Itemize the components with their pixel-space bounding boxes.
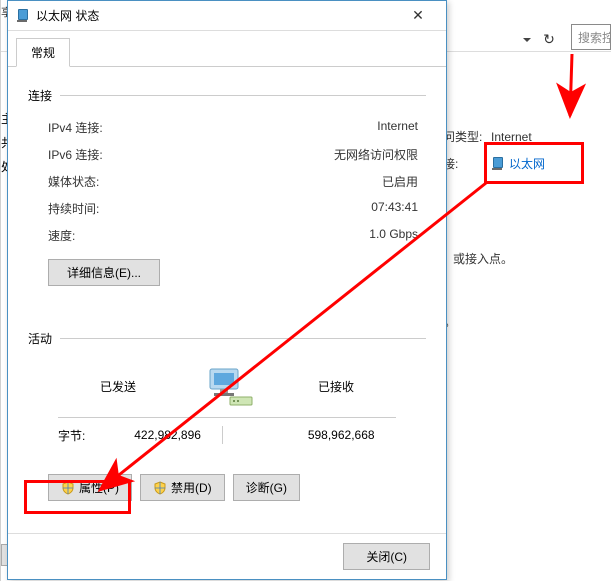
speed-label: 速度: <box>48 227 75 244</box>
received-label: 已接收 <box>276 378 396 395</box>
properties-label: 属性(P) <box>79 479 119 496</box>
ethernet-link-text: 以太网 <box>509 155 545 172</box>
shield-icon <box>153 481 167 495</box>
details-button[interactable]: 详细信息(E)... <box>48 259 160 286</box>
dialog-titlebar: 以太网 状态 ✕ <box>8 1 446 31</box>
duration-value: 07:43:41 <box>371 200 418 217</box>
diagnose-button[interactable]: 诊断(G) <box>233 474 300 501</box>
ethernet-icon <box>491 157 505 171</box>
disable-label: 禁用(D) <box>171 479 212 496</box>
dialog-footer: 关闭(C) <box>8 533 446 579</box>
media-label: 媒体状态: <box>48 173 99 190</box>
divider <box>222 426 286 444</box>
button-row: 属性(P) 禁用(D) 诊断(G) <box>28 444 426 501</box>
activity-section-label: 活动 <box>28 330 52 347</box>
bytes-received-value: 598,962,668 <box>286 428 396 442</box>
dialog-content: 连接 IPv4 连接: Internet IPv6 连接: 无网络访问权限 媒体状态… <box>8 67 446 515</box>
ethernet-icon <box>16 9 30 23</box>
connection-section-header: 连接 <box>28 87 426 104</box>
ipv4-value: Internet <box>377 119 418 136</box>
ipv6-label: IPv6 连接: <box>48 146 103 163</box>
bytes-sent-value: 422,982,896 <box>113 428 223 442</box>
diagnose-label: 诊断(G) <box>246 479 287 496</box>
bg-hint-access-point: 或接入点。 <box>453 250 513 267</box>
activity-section: 活动 已发送 已接收 <box>28 330 426 444</box>
duration-label: 持续时间: <box>48 200 99 217</box>
shield-icon <box>61 481 75 495</box>
dropdown-icon[interactable] <box>519 30 534 50</box>
activity-icon <box>192 361 262 411</box>
bg-connection-info: 访问类型: Internet 连接: 以太网 <box>431 128 591 182</box>
divider <box>60 95 426 96</box>
search-input[interactable]: 搜索控 <box>571 24 611 50</box>
close-icon[interactable]: ✕ <box>398 2 438 30</box>
ipv4-label: IPv4 连接: <box>48 119 103 136</box>
disable-button[interactable]: 禁用(D) <box>140 474 225 501</box>
close-button[interactable]: 关闭(C) <box>343 543 430 570</box>
refresh-icon[interactable]: ↻ <box>538 28 560 50</box>
connection-section-label: 连接 <box>28 87 52 104</box>
divider <box>58 417 396 418</box>
speed-value: 1.0 Gbps <box>369 227 418 244</box>
sent-label: 已发送 <box>58 378 178 395</box>
tab-general[interactable]: 常规 <box>16 38 70 67</box>
ethernet-status-dialog: 以太网 状态 ✕ 常规 连接 IPv4 连接: Internet IPv6 连接:… <box>7 0 447 580</box>
dialog-title: 以太网 状态 <box>36 7 398 24</box>
properties-button[interactable]: 属性(P) <box>48 474 132 501</box>
divider <box>60 338 426 339</box>
ethernet-link[interactable]: 以太网 <box>491 155 545 172</box>
ipv6-value: 无网络访问权限 <box>334 146 418 163</box>
access-type-value: Internet <box>491 130 532 144</box>
media-value: 已启用 <box>382 173 418 190</box>
tab-bar: 常规 <box>8 31 446 67</box>
bytes-label: 字节: <box>58 427 113 444</box>
